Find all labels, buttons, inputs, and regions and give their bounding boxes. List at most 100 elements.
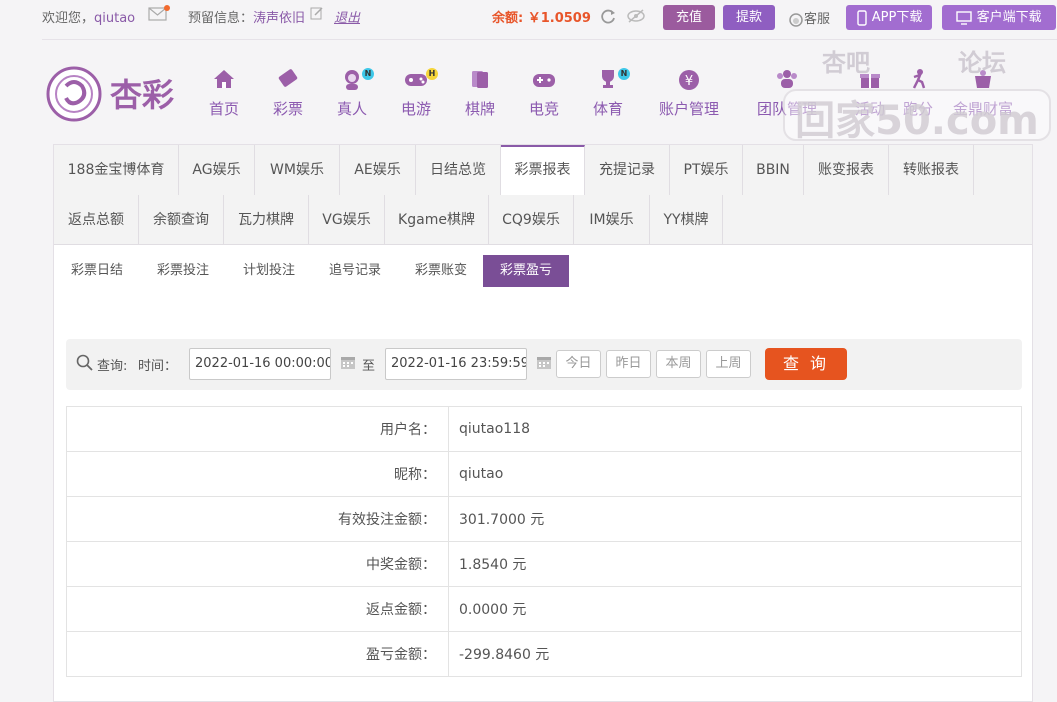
tab-daily-overview[interactable]: 日结总览 [416,145,501,195]
search-icon [76,354,94,376]
table-row: 返点金额： 0.0000 元 [66,586,1022,632]
table-row: 昵称： qiutao [66,451,1022,497]
end-date-input[interactable]: 2022-01-16 23:59:59 [385,348,527,380]
svg-text:论坛: 论坛 [958,49,1006,77]
tab-pt[interactable]: PT娱乐 [670,145,743,195]
subtab-lottery-profit-loss[interactable]: 彩票盈亏 [483,255,569,287]
report-tabs: 188金宝博体育 AG娱乐 WM娱乐 AE娱乐 日结总览 彩票报表 充提记录 P… [54,145,1032,245]
svg-text:杏彩: 杏彩 [110,76,174,114]
query-label: 查询: [97,359,128,374]
nav-chess-label: 棋牌 [464,100,495,118]
tab-wali-chess[interactable]: 瓦力棋牌 [224,195,309,245]
table-row: 中奖金额： 1.8540 元 [66,541,1022,587]
recharge-button[interactable]: 充值 [663,5,715,30]
tab-balance-change[interactable]: 账变报表 [804,145,889,195]
logout-link[interactable]: 退出 [334,7,360,26]
cards-icon [472,71,488,88]
withdraw-button[interactable]: 提款 [723,5,775,30]
trophy-icon [602,70,614,88]
search-bar: 查询: 时间： 2022-01-16 00:00:00 至 2022-01-16… [66,339,1022,390]
yesterday-button[interactable]: 昨日 [606,350,651,378]
nav-home-label: 首页 [208,100,239,118]
welcome-text: 欢迎您，qiutao [42,11,136,26]
tab-188[interactable]: 188金宝博体育 [54,145,179,195]
subtab-plan-bets[interactable]: 计划投注 [228,255,310,287]
client-download-button[interactable]: 客户端下载 [942,5,1056,30]
start-date-input[interactable]: 2022-01-16 00:00:00 [189,348,331,380]
last-week-button[interactable]: 上周 [706,350,751,378]
nav-sports[interactable]: N 体育 [584,68,632,119]
tab-ae[interactable]: AE娱乐 [340,145,416,195]
calendar-icon[interactable] [340,354,356,374]
nav-live[interactable]: N 真人 [328,68,376,119]
yen-coin-icon: ¥ [679,70,699,90]
app-download-button[interactable]: APP下载 [846,5,932,30]
svg-text:¥: ¥ [685,74,693,89]
refresh-icon[interactable] [599,8,617,30]
row-value: -299.8460 元 [448,631,1022,677]
svg-text:杏吧: 杏吧 [822,49,870,77]
svg-text:回家50.com: 回家50.com [795,98,1039,144]
tab-vg[interactable]: VG娱乐 [309,195,385,245]
row-label: 返点金额： [66,586,449,632]
balance-value: ￥1.0509 [527,11,591,26]
reserved-value[interactable]: 涛声依旧 [253,11,305,26]
row-label: 有效投注金额： [66,496,449,542]
tab-bbin[interactable]: BBIN [743,145,804,195]
row-label: 中奖金额： [66,541,449,587]
row-label: 用户名： [66,406,449,452]
this-week-button[interactable]: 本周 [656,350,701,378]
nav-account[interactable]: ¥ 账户管理 [656,68,722,119]
tab-cq9[interactable]: CQ9娱乐 [489,195,574,245]
gamepad-icon [405,74,427,86]
username-link[interactable]: qiutao [94,11,135,26]
table-row: 盈亏金额： -299.8460 元 [66,631,1022,677]
tab-lottery-report[interactable]: 彩票报表 [501,145,585,195]
tab-rebate-total[interactable]: 返点总额 [54,195,139,245]
nav-esports[interactable]: 电竞 [520,68,568,119]
nav-home[interactable]: 首页 [200,68,248,119]
subtab-lottery-bets[interactable]: 彩票投注 [142,255,224,287]
time-label: 时间： [138,359,178,374]
watermark: 杏吧 论坛 回家50.com [780,46,1052,146]
reserved-info: 预留信息：涛声依旧 [188,11,306,26]
hide-balance-icon[interactable] [626,8,646,28]
monitor-icon [956,10,973,25]
tab-balance-query[interactable]: 余额查询 [139,195,224,245]
table-row: 有效投注金额： 301.7000 元 [66,496,1022,542]
nav-lottery[interactable]: 彩票 [264,68,312,119]
nav-slots[interactable]: H 电游 [392,68,440,119]
calendar-icon[interactable] [536,354,552,374]
logo-emblem-icon: 杏彩 [46,66,174,122]
today-button[interactable]: 今日 [556,350,601,378]
nav-esports-label: 电竞 [528,100,559,118]
tab-transfer-report[interactable]: 转账报表 [889,145,974,195]
row-value: 1.8540 元 [448,541,1022,587]
customer-service-link[interactable]: 客服 [788,8,830,28]
nav-slots-label: 电游 [400,100,431,118]
balance: 余额: ￥1.0509 [492,11,591,26]
edit-icon[interactable] [310,6,324,24]
site-logo[interactable]: 杏彩 [44,64,194,124]
nav-chess[interactable]: 棋牌 [456,68,504,119]
ticket-icon [278,69,298,87]
tab-deposit-withdraw[interactable]: 充提记录 [585,145,670,195]
mail-icon[interactable] [148,5,170,25]
row-value: qiutao [448,451,1022,497]
query-button[interactable]: 查 询 [765,348,847,380]
nav-live-label: 真人 [336,100,367,118]
tab-im[interactable]: IM娱乐 [574,195,650,245]
tab-wm[interactable]: WM娱乐 [255,145,340,195]
tab-kgame[interactable]: Kgame棋牌 [385,195,489,245]
subtab-chase-records[interactable]: 追号记录 [314,255,396,287]
tab-yy-chess[interactable]: YY棋牌 [650,195,723,245]
row-value: 301.7000 元 [448,496,1022,542]
subtab-lottery-balance-change[interactable]: 彩票账变 [400,255,482,287]
tab-ag[interactable]: AG娱乐 [179,145,255,195]
nav-sports-label: 体育 [592,100,623,118]
table-row: 用户名： qiutao118 [66,406,1022,452]
row-label: 昵称： [66,451,449,497]
home-icon [214,70,234,88]
subtab-lottery-daily[interactable]: 彩票日结 [56,255,138,287]
row-label: 盈亏金额： [66,631,449,677]
